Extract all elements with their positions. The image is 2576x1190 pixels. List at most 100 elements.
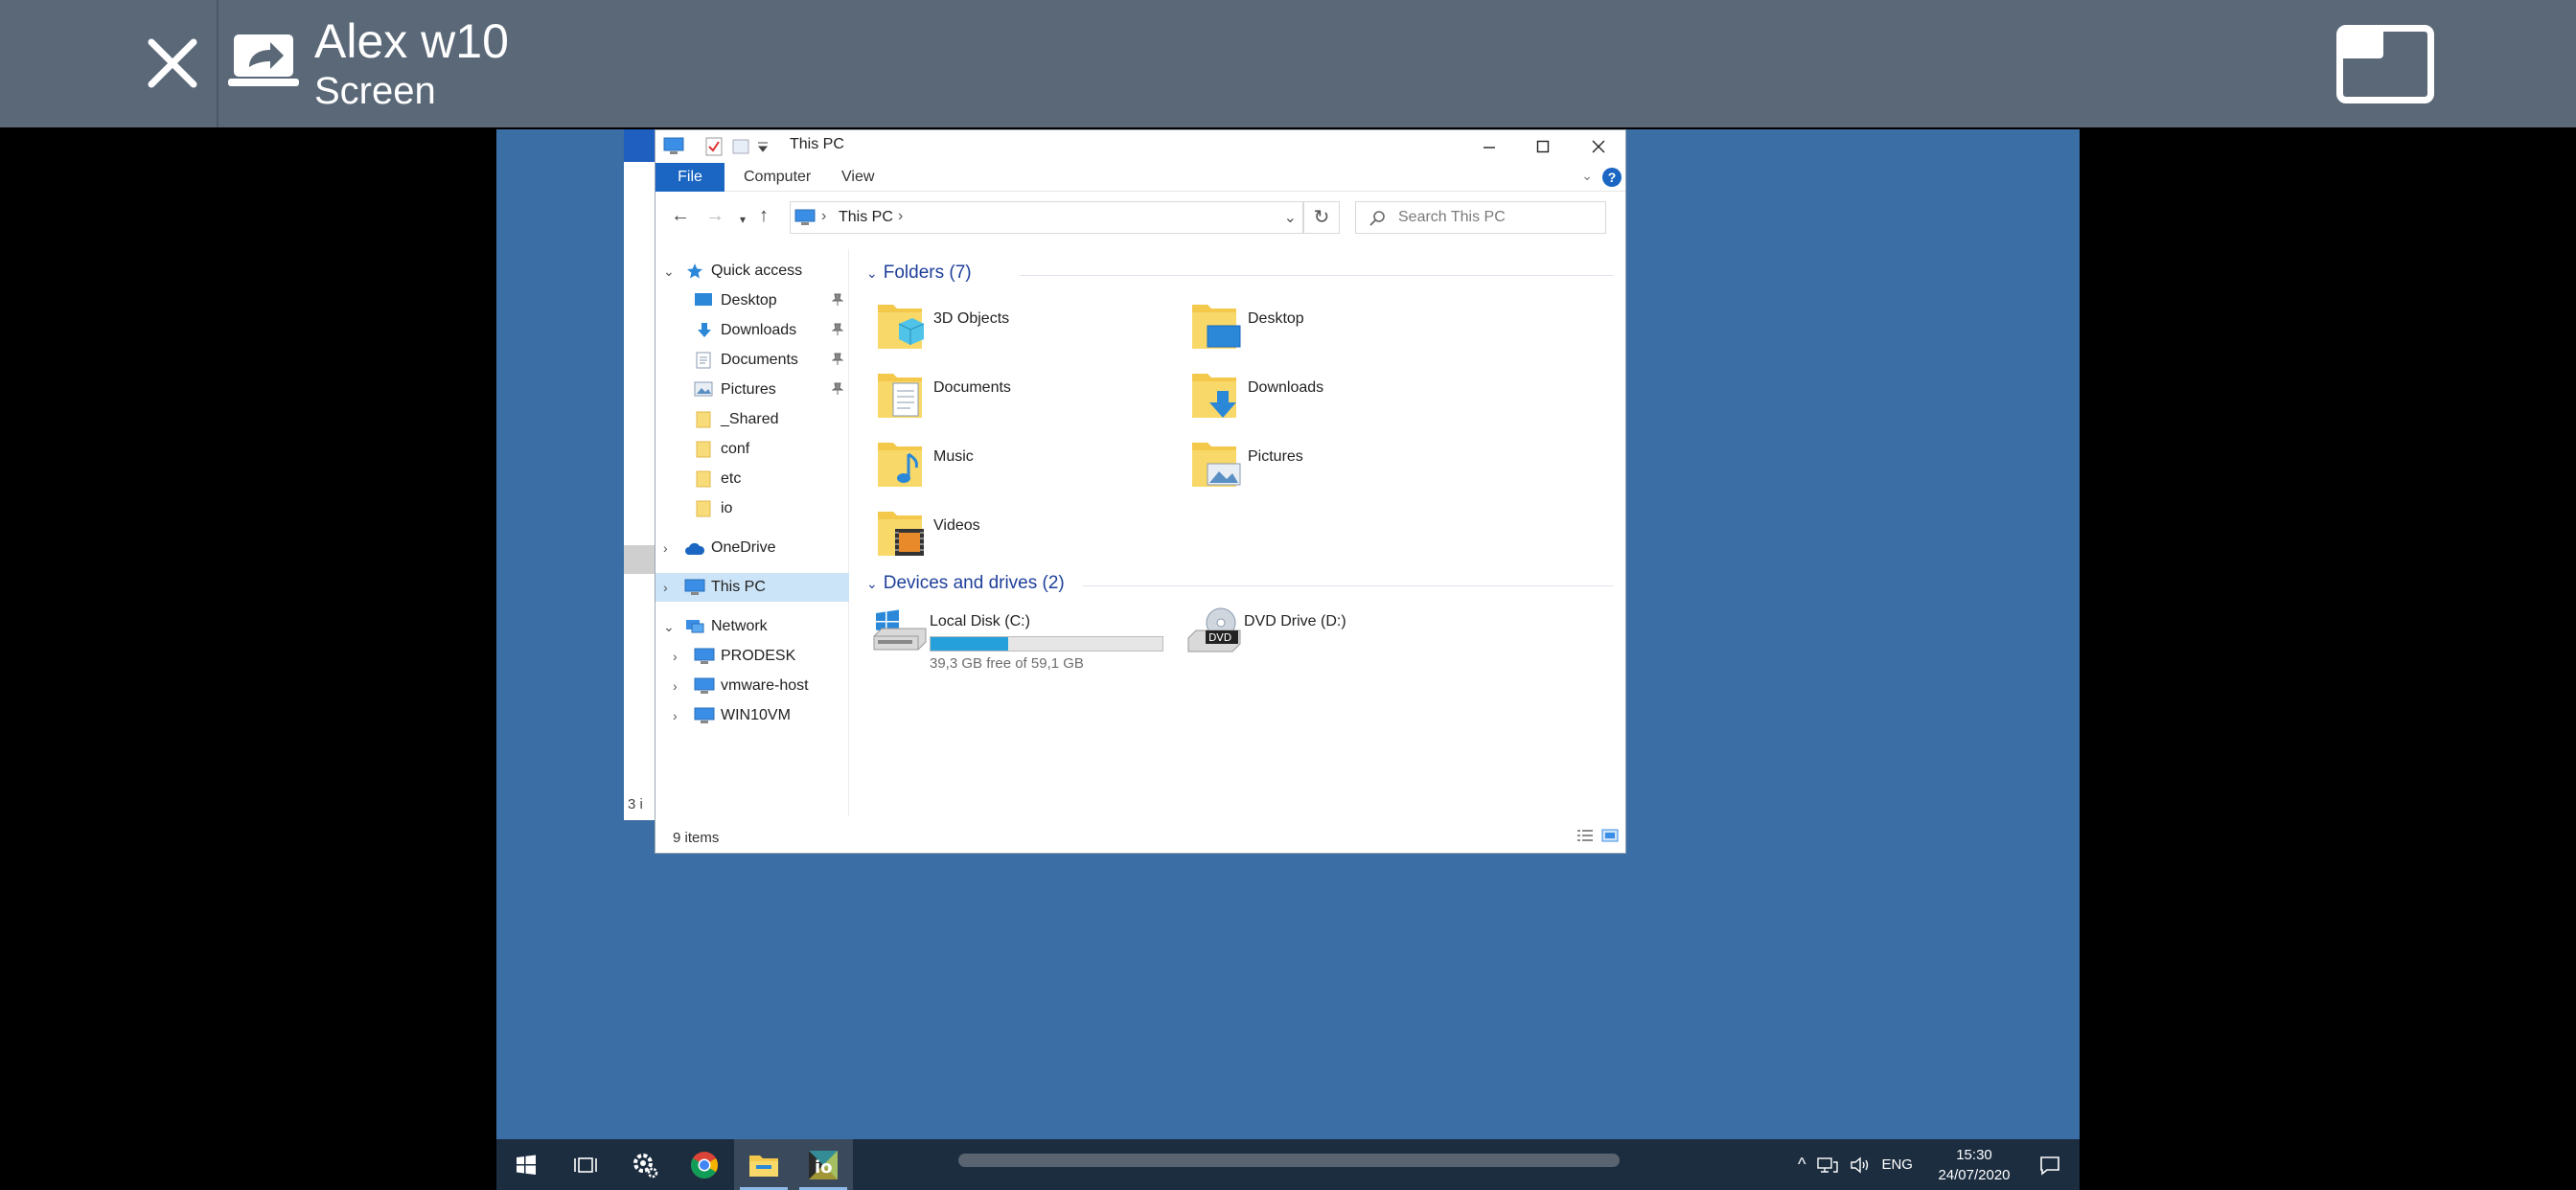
chevron-down-icon[interactable]: ⌄ <box>663 263 675 280</box>
taskbar-app-chrome[interactable] <box>675 1139 734 1190</box>
session-subtitle: Screen <box>314 70 436 112</box>
drive-label: DVD Drive (D:) <box>1244 613 1346 629</box>
tab-view[interactable]: View <box>841 163 874 192</box>
folders-group-header[interactable]: ⌄ Folders (7) <box>866 263 972 284</box>
forward-button[interactable]: → <box>705 206 724 225</box>
taskbar-app-file-explorer[interactable] <box>734 1139 794 1190</box>
sidebar-item-label: OneDrive <box>711 539 776 556</box>
folder-videos[interactable]: Videos <box>876 506 1183 569</box>
pictures-icon <box>694 381 713 397</box>
sidebar-item-shared[interactable]: _Shared <box>656 405 849 434</box>
windows-drive-icon <box>873 609 927 651</box>
taskbar-app-io[interactable]: io <box>794 1139 853 1190</box>
sidebar-item-downloads[interactable]: Downloads <box>656 316 849 345</box>
drive-dvd-d[interactable]: DVD DVD Drive (D:) <box>1186 606 1493 669</box>
recent-locations-button[interactable]: ▾ <box>740 210 746 229</box>
folder-downloads[interactable]: Downloads <box>1190 368 1497 431</box>
new-folder-icon[interactable] <box>732 137 749 156</box>
sidebar-item-io[interactable]: io <box>656 494 849 523</box>
chevron-right-icon[interactable]: › <box>673 678 678 694</box>
address-bar[interactable]: › This PC › ⌄ <box>790 201 1303 234</box>
tab-file[interactable]: File <box>656 163 724 192</box>
chevron-up-icon[interactable]: ^ <box>1798 1155 1806 1175</box>
sidebar-item-win10vm[interactable]: › WIN10VM <box>656 701 849 730</box>
sidebar-item-network[interactable]: ⌄ Network <box>656 612 849 641</box>
clock[interactable]: 15:30 24/07/2020 <box>1928 1145 2020 1185</box>
file-explorer-icon <box>749 1155 778 1177</box>
minimize-icon <box>1484 147 1495 149</box>
folder-desktop[interactable]: Desktop <box>1190 299 1497 362</box>
file-explorer-window: This PC File Computer View ⌄ ? ← → ▾ ↑ ›… <box>655 129 1626 854</box>
minimize-button[interactable] <box>1462 130 1516 163</box>
chevron-down-icon[interactable]: ⌄ <box>663 619 675 635</box>
language-indicator[interactable]: ENG <box>1881 1156 1913 1173</box>
help-icon[interactable]: ? <box>1602 168 1622 187</box>
expand-ribbon-icon[interactable]: ⌄ <box>1581 168 1593 184</box>
details-view-icon[interactable] <box>1576 828 1595 843</box>
folder-pictures[interactable]: Pictures <box>1190 437 1497 500</box>
refresh-button[interactable]: ↻ <box>1303 201 1340 234</box>
tab-computer[interactable]: Computer <box>744 163 811 192</box>
close-session-button[interactable] <box>0 0 218 127</box>
search-box[interactable] <box>1355 201 1606 234</box>
devices-group-header[interactable]: ⌄ Devices and drives (2) <box>866 573 1065 594</box>
folder-documents[interactable]: Documents <box>876 368 1183 431</box>
horizontal-scrollbar[interactable] <box>958 1154 1620 1167</box>
sidebar-item-conf[interactable]: conf <box>656 435 849 464</box>
window-mode-button[interactable] <box>2336 25 2434 103</box>
search-input[interactable] <box>1398 208 1590 227</box>
customize-toolbar-icon[interactable] <box>757 137 769 156</box>
folder-label: Music <box>933 448 974 465</box>
folder-icon <box>696 500 711 517</box>
sidebar-item-desktop[interactable]: Desktop <box>656 286 849 315</box>
chevron-down-icon[interactable]: ⌄ <box>866 576 878 591</box>
maximize-button[interactable] <box>1516 130 1570 163</box>
taskbar-app-settings[interactable] <box>615 1139 675 1190</box>
sidebar-item-documents[interactable]: Documents <box>656 346 849 375</box>
computer-icon <box>694 707 715 723</box>
folder-icon <box>696 411 711 428</box>
cloud-icon <box>685 542 705 555</box>
breadcrumb-separator-icon: › <box>821 208 827 224</box>
sidebar-item-label: conf <box>721 441 750 457</box>
chevron-down-icon[interactable]: ⌄ <box>866 265 878 281</box>
chevron-right-icon[interactable]: › <box>663 540 668 556</box>
folder-music[interactable]: Music <box>876 437 1183 500</box>
breadcrumb-this-pc[interactable]: This PC <box>839 209 893 226</box>
chevron-right-icon[interactable]: › <box>663 580 668 595</box>
large-icons-view-icon[interactable] <box>1600 828 1620 843</box>
speaker-icon[interactable] <box>1850 1156 1871 1174</box>
chevron-down-icon[interactable]: ⌄ <box>1284 208 1297 227</box>
sidebar-item-label: Pictures <box>721 381 776 398</box>
windows-logo-icon <box>517 1155 536 1175</box>
pictures-folder-icon <box>1192 443 1241 487</box>
sidebar-item-quick-access[interactable]: ⌄ Quick access <box>656 257 849 286</box>
sidebar-item-onedrive[interactable]: › OneDrive <box>656 534 849 562</box>
start-button[interactable] <box>496 1139 556 1190</box>
sidebar-item-this-pc[interactable]: › This PC <box>656 573 849 602</box>
up-button[interactable]: ↑ <box>759 206 769 225</box>
sidebar-item-prodesk[interactable]: › PRODESK <box>656 642 849 671</box>
title-bar[interactable]: This PC <box>656 130 1625 163</box>
folder-3d-objects[interactable]: 3D Objects <box>876 299 1183 362</box>
sidebar-item-pictures[interactable]: Pictures <box>656 376 849 404</box>
desktop-icon <box>695 293 712 306</box>
action-center-button[interactable] <box>2020 1139 2080 1190</box>
group-title: Devices and drives (2) <box>883 573 1065 593</box>
back-button[interactable]: ← <box>671 206 690 225</box>
network-icon[interactable] <box>1817 1156 1838 1174</box>
properties-icon[interactable] <box>705 137 723 156</box>
sidebar-item-etc[interactable]: etc <box>656 465 849 493</box>
sidebar-item-label: Documents <box>721 352 798 368</box>
desktop-folder-icon <box>1192 305 1241 349</box>
task-view-button[interactable] <box>556 1139 615 1190</box>
sidebar-item-vmware-host[interactable]: › vmware-host <box>656 672 849 700</box>
chevron-right-icon[interactable]: › <box>673 649 678 664</box>
drive-local-disk-c[interactable]: Local Disk (C:) 39,3 GB free of 59,1 GB <box>872 606 1179 672</box>
chevron-right-icon[interactable]: › <box>673 708 678 723</box>
sidebar-item-label: etc <box>721 470 742 487</box>
sidebar-item-label: io <box>721 500 733 516</box>
close-window-button[interactable] <box>1572 130 1625 163</box>
dvd-drive-icon: DVD <box>1187 607 1241 652</box>
breadcrumb-separator-icon[interactable]: › <box>898 208 903 225</box>
